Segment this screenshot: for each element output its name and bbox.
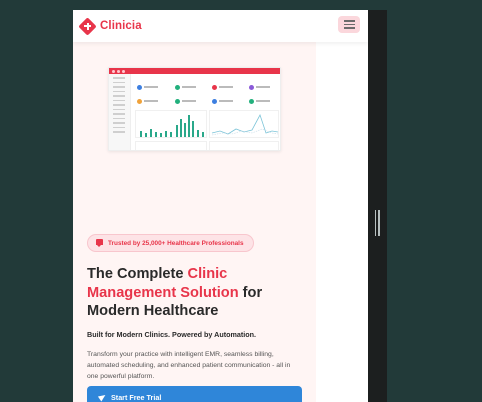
clinicia-logo-icon[interactable] — [78, 16, 97, 36]
devtools-sidebar — [368, 10, 387, 402]
hero-title: The Complete Clinic Management Solution … — [87, 265, 305, 321]
dashboard-preview-image — [108, 67, 281, 151]
trust-badge-text: Trusted by 25,000+ Healthcare Profession… — [108, 239, 244, 247]
hamburger-menu-button[interactable] — [338, 16, 360, 33]
hero-title-part1: The Complete — [87, 266, 188, 282]
start-free-trial-label: Start Free Trial — [111, 392, 162, 402]
hamburger-menu-icon — [343, 20, 355, 22]
start-free-trial-button[interactable]: Start Free Trial — [87, 386, 302, 402]
paper-plane-icon — [97, 392, 108, 402]
hero-section: Trusted by 25,000+ Healthcare Profession… — [73, 42, 316, 402]
hero-description: Transform your practice with intelligent… — [87, 351, 291, 380]
trust-badge: Trusted by 25,000+ Healthcare Profession… — [87, 234, 254, 252]
brand-name[interactable]: Clinicia — [100, 20, 142, 32]
top-navbar: Clinicia — [73, 10, 368, 42]
hero-tagline: Built for Modern Clinics. Powered by Aut… — [87, 330, 257, 339]
browser-viewport: Clinicia Trusted by 25,000+ Healthcare P… — [73, 10, 368, 402]
resize-handle[interactable] — [374, 210, 380, 236]
shield-icon — [96, 239, 103, 247]
